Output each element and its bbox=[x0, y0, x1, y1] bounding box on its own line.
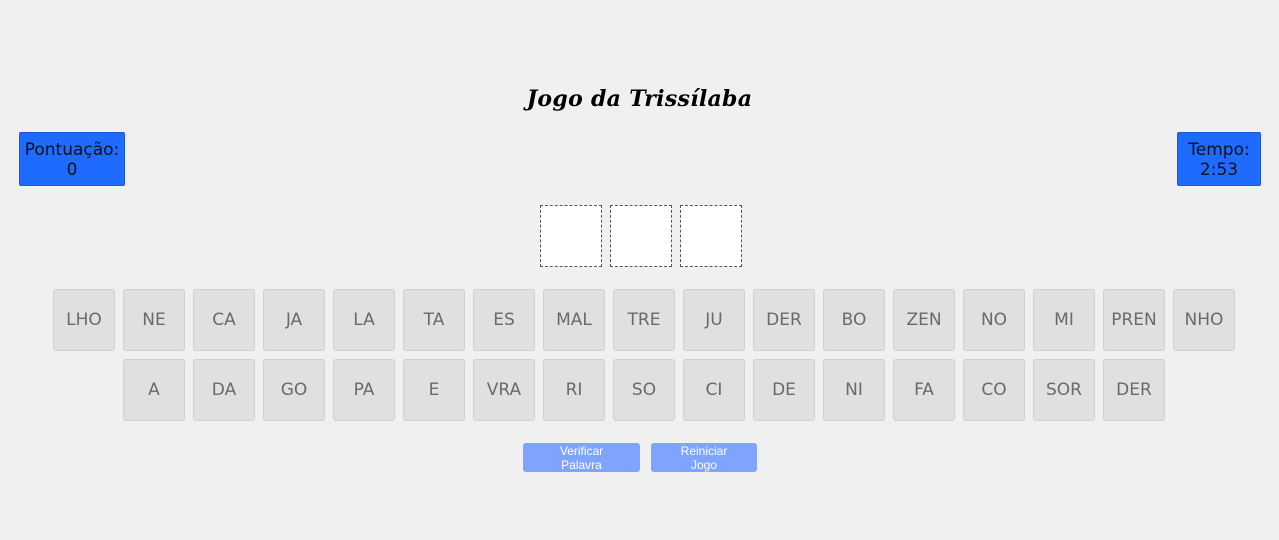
timer-panel: Tempo: 2:53 bbox=[1177, 132, 1261, 186]
syllable-tile[interactable]: LA bbox=[333, 289, 395, 351]
syllable-tile[interactable]: NO bbox=[963, 289, 1025, 351]
syllable-tile[interactable]: LHO bbox=[53, 289, 115, 351]
syllable-tile[interactable]: DER bbox=[753, 289, 815, 351]
syllable-tiles-row-1: LHO NE CA JA LA TA ES MAL TRE JU DER BO … bbox=[53, 289, 1235, 351]
syllable-tile[interactable]: TA bbox=[403, 289, 465, 351]
syllable-tile[interactable]: PA bbox=[333, 359, 395, 421]
syllable-tile[interactable]: VRA bbox=[473, 359, 535, 421]
syllable-tile[interactable]: NE bbox=[123, 289, 185, 351]
syllable-tile[interactable]: JU bbox=[683, 289, 745, 351]
restart-game-button[interactable]: Reiniciar Jogo bbox=[651, 443, 757, 472]
syllable-tile[interactable]: RI bbox=[543, 359, 605, 421]
syllable-slots bbox=[540, 205, 742, 267]
syllable-tile[interactable]: DE bbox=[753, 359, 815, 421]
syllable-tile[interactable]: FA bbox=[893, 359, 955, 421]
syllable-slot-2[interactable] bbox=[610, 205, 672, 267]
syllable-tile[interactable]: NI bbox=[823, 359, 885, 421]
syllable-tile[interactable]: SOR bbox=[1033, 359, 1095, 421]
score-label: Pontuação: bbox=[24, 140, 120, 160]
syllable-tile[interactable]: DER bbox=[1103, 359, 1165, 421]
syllable-tile[interactable]: PREN bbox=[1103, 289, 1165, 351]
timer-label: Tempo: bbox=[1188, 140, 1250, 160]
syllable-tile[interactable]: NHO bbox=[1173, 289, 1235, 351]
action-buttons: Verificar Palavra Reiniciar Jogo bbox=[523, 443, 757, 472]
syllable-tile[interactable]: CI bbox=[683, 359, 745, 421]
syllable-tile[interactable]: TRE bbox=[613, 289, 675, 351]
game-page: Jogo da Trissílaba Pontuação: 0 Tempo: 2… bbox=[0, 0, 1279, 540]
syllable-tile[interactable]: BO bbox=[823, 289, 885, 351]
timer-value: 2:53 bbox=[1199, 160, 1239, 180]
syllable-tile[interactable]: A bbox=[123, 359, 185, 421]
syllable-tile[interactable]: ZEN bbox=[893, 289, 955, 351]
syllable-tile[interactable]: MAL bbox=[543, 289, 605, 351]
syllable-tile[interactable]: E bbox=[403, 359, 465, 421]
verify-word-button[interactable]: Verificar Palavra bbox=[523, 443, 640, 472]
syllable-slot-1[interactable] bbox=[540, 205, 602, 267]
syllable-tile[interactable]: MI bbox=[1033, 289, 1095, 351]
syllable-slot-3[interactable] bbox=[680, 205, 742, 267]
syllable-tile[interactable]: JA bbox=[263, 289, 325, 351]
score-panel: Pontuação: 0 bbox=[19, 132, 125, 186]
syllable-tile[interactable]: DA bbox=[193, 359, 255, 421]
syllable-tile[interactable]: CO bbox=[963, 359, 1025, 421]
game-title: Jogo da Trissílaba bbox=[526, 86, 753, 112]
syllable-tile[interactable]: GO bbox=[263, 359, 325, 421]
syllable-tiles-row-2: A DA GO PA E VRA RI SO CI DE NI FA CO SO… bbox=[123, 359, 1165, 421]
syllable-tile[interactable]: CA bbox=[193, 289, 255, 351]
syllable-tile[interactable]: ES bbox=[473, 289, 535, 351]
score-value: 0 bbox=[66, 160, 78, 180]
syllable-tile[interactable]: SO bbox=[613, 359, 675, 421]
